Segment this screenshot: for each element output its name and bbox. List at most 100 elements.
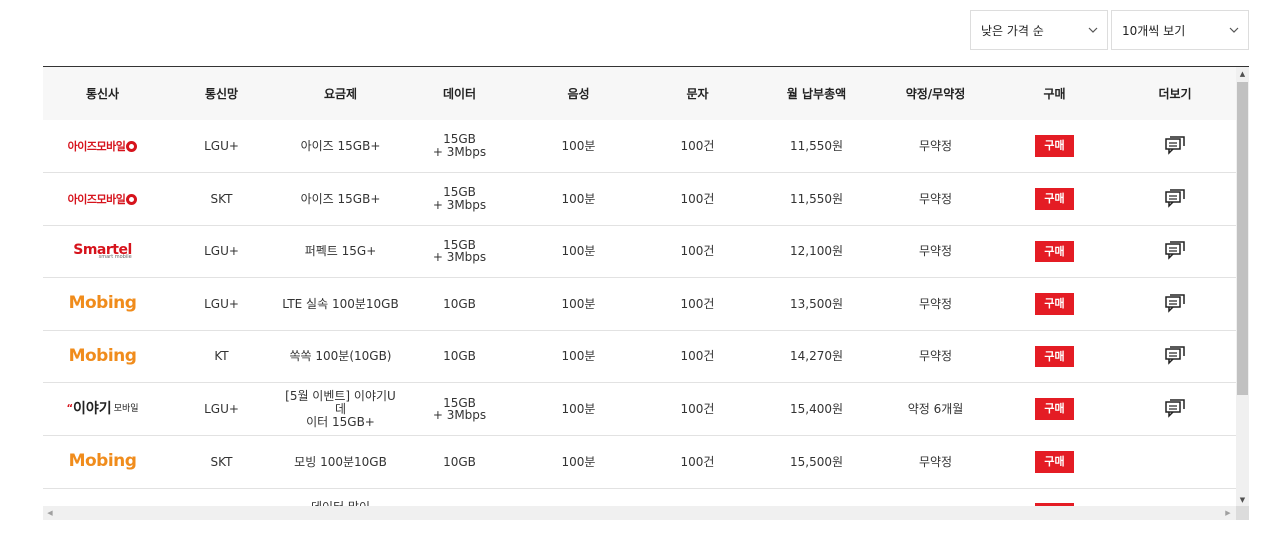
column-header-voice: 음성 bbox=[567, 87, 590, 101]
network-cell: LGU+ bbox=[204, 244, 239, 259]
horizontal-scrollbar[interactable]: ◀ ▶ bbox=[43, 506, 1249, 520]
column-header-data: 데이터 bbox=[442, 87, 477, 101]
column-header-buy: 구매 bbox=[1043, 87, 1066, 101]
table-row: Smartel smart mobile LGU+ 퍼펙트 15G+ 15GB + … bbox=[43, 225, 1236, 278]
column-header-network: 통신망 bbox=[204, 87, 239, 101]
price-cell: 13,500원 bbox=[789, 296, 844, 311]
data-cell: 15GB + 3Mbps bbox=[432, 132, 487, 160]
plan-cell[interactable]: 아이즈 15GB+ bbox=[281, 173, 400, 226]
column-header-carrier: 통신사 bbox=[85, 87, 120, 101]
scroll-down-icon[interactable]: ▼ bbox=[1236, 493, 1249, 507]
scrollbar-corner bbox=[1236, 506, 1249, 520]
chevron-down-icon bbox=[1229, 27, 1239, 33]
network-cell: KT bbox=[214, 349, 229, 364]
column-header-sms: 문자 bbox=[686, 87, 709, 101]
price-cell: 12,100원 bbox=[789, 244, 844, 259]
chat-bubble-icon[interactable] bbox=[1164, 398, 1186, 418]
table-row: 아이즈모바일 LGU+ 아이즈 15GB+ 15GB + 3Mbps 100분 1… bbox=[43, 120, 1236, 173]
column-header-plan: 요금제 bbox=[323, 87, 358, 101]
plan-table: 통신사 통신망 요금제 데이터 음성 문자 월 납부총액 약정/무약정 구매 더… bbox=[43, 67, 1236, 520]
sms-cell: 100건 bbox=[680, 244, 715, 259]
contract-cell: 무약정 bbox=[918, 349, 953, 364]
network-cell: LGU+ bbox=[204, 296, 239, 311]
carrier-logo-aiz: 아이즈모바일 bbox=[68, 194, 138, 206]
data-cell: 10GB bbox=[443, 454, 476, 469]
voice-cell: 100분 bbox=[561, 349, 596, 364]
voice-cell: 100분 bbox=[561, 296, 596, 311]
plan-cell[interactable]: 퍼펙트 15G+ bbox=[281, 225, 400, 278]
voice-cell: 100분 bbox=[561, 191, 596, 206]
chat-bubble-icon[interactable] bbox=[1164, 135, 1186, 155]
chat-bubble-icon[interactable] bbox=[1164, 188, 1186, 208]
contract-cell: 무약정 bbox=[918, 191, 953, 206]
table-row: Mobing KT 쏙쏙 100분(10GB) 10GB 100분 100건 1… bbox=[43, 330, 1236, 383]
carrier-logo-mobing: Mobing bbox=[68, 345, 137, 366]
buy-button[interactable]: 구매 bbox=[1035, 240, 1074, 263]
table-row: Mobing LGU+ LTE 실속 100분10GB 10GB 100분 10… bbox=[43, 278, 1236, 331]
voice-cell: 100분 bbox=[561, 454, 596, 469]
plan-cell[interactable]: 아이즈 15GB+ bbox=[281, 120, 400, 173]
data-cell: 10GB bbox=[443, 296, 476, 311]
buy-button[interactable]: 구매 bbox=[1035, 451, 1074, 473]
network-cell: LGU+ bbox=[204, 401, 239, 416]
page-size-select-value: 10개씩 보기 bbox=[1122, 23, 1186, 38]
contract-cell: 무약정 bbox=[918, 296, 953, 311]
network-cell: SKT bbox=[210, 454, 233, 469]
table-header-row: 통신사 통신망 요금제 데이터 음성 문자 월 납부총액 약정/무약정 구매 더… bbox=[43, 67, 1236, 120]
plan-cell[interactable]: LTE 실속 100분10GB bbox=[281, 278, 400, 331]
carrier-logo-iyagi: “이야기 모바일 bbox=[66, 401, 139, 418]
sort-select-value: 낮은 가격 순 bbox=[981, 23, 1044, 38]
buy-button[interactable]: 구매 bbox=[1035, 293, 1074, 315]
table-row: “이야기 모바일 LGU+ [5월 이벤트] 이야기U 데 이터 15GB+ 15G… bbox=[43, 383, 1236, 436]
voice-cell: 100분 bbox=[561, 401, 596, 416]
buy-button[interactable]: 구매 bbox=[1035, 188, 1074, 210]
price-cell: 14,270원 bbox=[789, 349, 844, 364]
data-cell: 15GB + 3Mbps bbox=[432, 185, 487, 212]
sms-cell: 100건 bbox=[680, 349, 715, 364]
chat-bubble-icon[interactable] bbox=[1164, 293, 1186, 313]
sort-select[interactable]: 낮은 가격 순 bbox=[970, 10, 1108, 50]
column-header-more: 더보기 bbox=[1158, 87, 1192, 101]
carrier-logo-aiz: 아이즈모바일 bbox=[68, 141, 138, 153]
page-size-select[interactable]: 10개씩 보기 bbox=[1111, 10, 1249, 50]
data-cell: 10GB bbox=[443, 349, 476, 364]
sms-cell: 100건 bbox=[680, 296, 715, 311]
carrier-logo-mobing: Mobing bbox=[68, 293, 137, 314]
scroll-left-icon[interactable]: ◀ bbox=[43, 506, 57, 520]
network-cell: SKT bbox=[210, 191, 233, 206]
plan-table-container: 통신사 통신망 요금제 데이터 음성 문자 월 납부총액 약정/무약정 구매 더… bbox=[43, 66, 1249, 520]
buy-button[interactable]: 구매 bbox=[1035, 345, 1074, 368]
price-cell: 11,550원 bbox=[789, 138, 844, 153]
plan-cell[interactable]: 모빙 100분10GB bbox=[281, 436, 400, 489]
contract-cell: 무약정 bbox=[918, 454, 953, 469]
sms-cell: 100건 bbox=[680, 138, 715, 153]
carrier-logo-mobing: Mobing bbox=[68, 450, 137, 471]
chevron-down-icon bbox=[1088, 27, 1098, 33]
voice-cell: 100분 bbox=[561, 138, 596, 153]
contract-cell: 무약정 bbox=[918, 244, 953, 259]
chat-bubble-icon[interactable] bbox=[1164, 345, 1186, 366]
plan-cell[interactable]: [5월 이벤트] 이야기U 데 이터 15GB+ bbox=[281, 383, 400, 436]
sms-cell: 100건 bbox=[680, 401, 715, 416]
column-header-price: 월 납부총액 bbox=[786, 87, 847, 101]
buy-button[interactable]: 구매 bbox=[1035, 398, 1074, 421]
sms-cell: 100건 bbox=[680, 191, 715, 206]
sms-cell: 100건 bbox=[680, 454, 715, 469]
data-cell: 15GB + 3Mbps bbox=[432, 395, 487, 423]
plan-cell[interactable]: 쏙쏙 100분(10GB) bbox=[281, 330, 400, 383]
table-row: 아이즈모바일 SKT 아이즈 15GB+ 15GB + 3Mbps 100분 10… bbox=[43, 173, 1236, 226]
buy-button[interactable]: 구매 bbox=[1035, 135, 1074, 157]
price-cell: 11,550원 bbox=[789, 191, 844, 206]
chat-bubble-icon[interactable] bbox=[1164, 240, 1186, 260]
vertical-scrollbar[interactable]: ▲ ▼ bbox=[1236, 67, 1249, 507]
scrollbar-thumb[interactable] bbox=[1237, 82, 1248, 395]
price-cell: 15,400원 bbox=[789, 401, 844, 416]
contract-cell: 약정 6개월 bbox=[907, 401, 964, 416]
filter-bar: 낮은 가격 순 10개씩 보기 bbox=[970, 10, 1249, 50]
scroll-right-icon[interactable]: ▶ bbox=[1221, 506, 1235, 520]
scroll-up-icon[interactable]: ▲ bbox=[1236, 67, 1249, 81]
data-cell: 15GB + 3Mbps bbox=[432, 237, 487, 265]
column-header-contract: 약정/무약정 bbox=[905, 87, 966, 101]
price-cell: 15,500원 bbox=[789, 454, 844, 469]
voice-cell: 100분 bbox=[561, 244, 596, 259]
